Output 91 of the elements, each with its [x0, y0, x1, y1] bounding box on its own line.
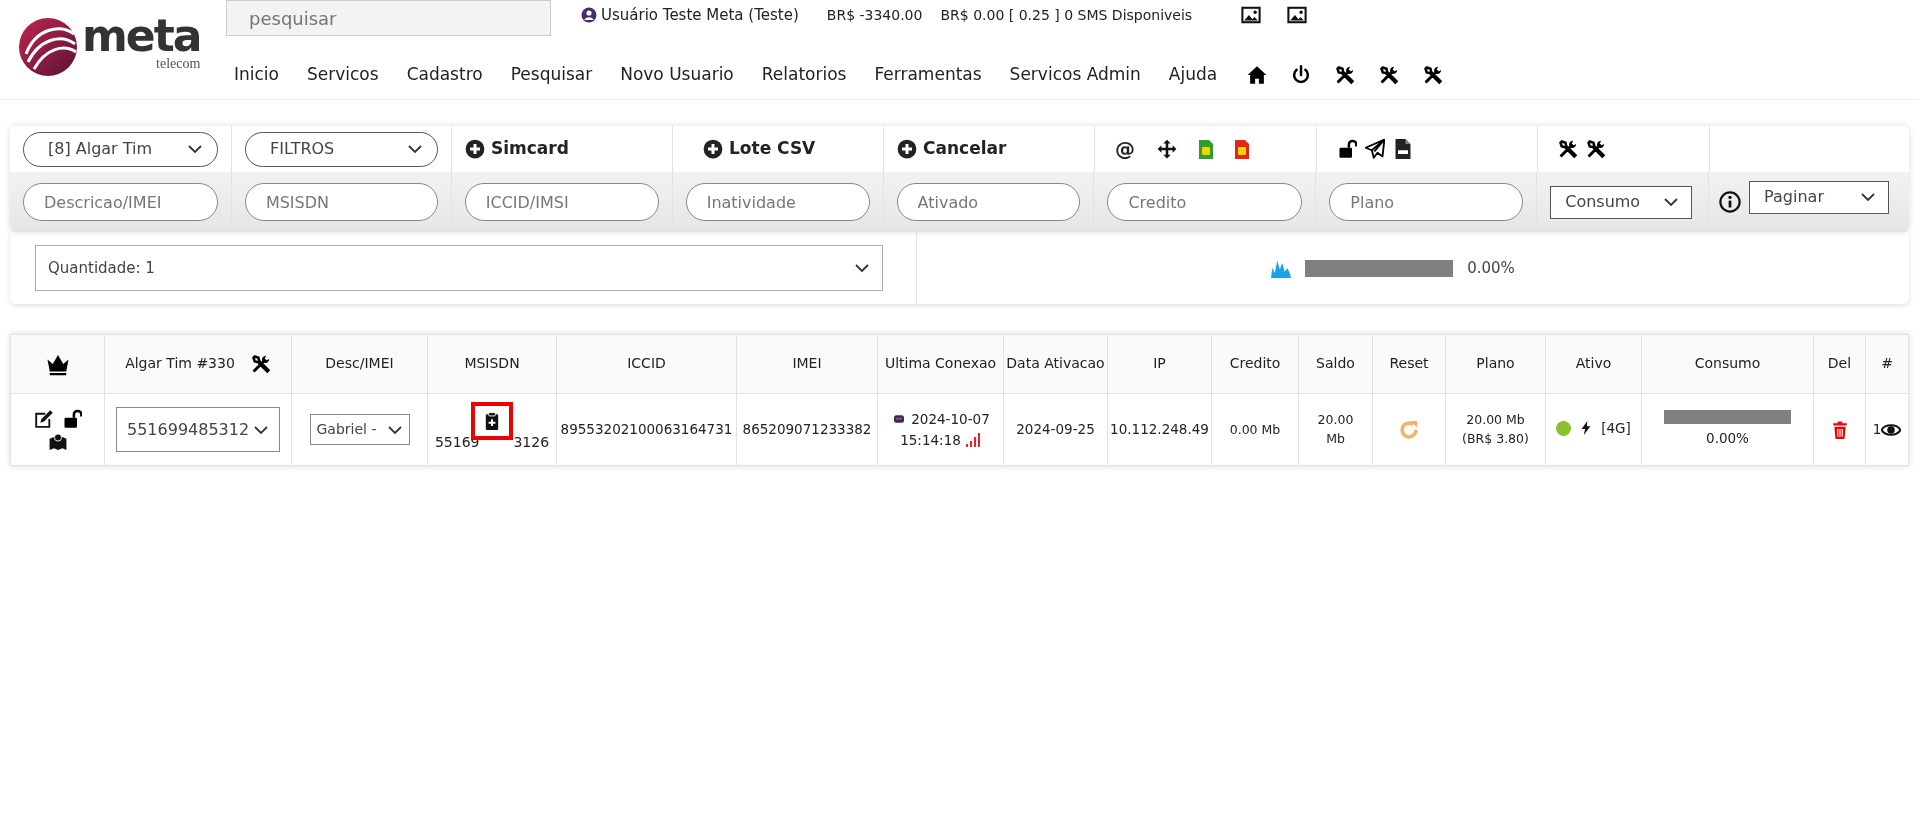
quantity-dropdown[interactable]: Quantidade: 1	[35, 245, 883, 291]
at-sign-button[interactable]: @	[1115, 134, 1135, 164]
home-icon[interactable]	[1247, 65, 1268, 85]
tools-icon[interactable]	[1423, 65, 1444, 85]
filter-field[interactable]: Inatividade	[685, 183, 870, 221]
column-header: Algar Tim #330	[125, 355, 235, 373]
column-header: IP	[1153, 355, 1166, 372]
column-header: Ultima Conexao	[884, 355, 997, 372]
table-cell: 89553202100063164731	[560, 421, 733, 438]
tools-icon[interactable]	[250, 354, 271, 374]
dropdown-select[interactable]: FILTROS	[245, 131, 438, 167]
description-dropdown[interactable]: Gabriel -	[309, 414, 410, 445]
sim-card-icon[interactable]	[1235, 139, 1249, 159]
add-button[interactable]: Lote CSV	[703, 136, 816, 162]
line-dropdown[interactable]: 551699485312	[116, 407, 280, 452]
add-button[interactable]: Simcard	[465, 136, 569, 162]
filter-field[interactable]: Plano	[1329, 183, 1524, 221]
sim-card-icon[interactable]	[1199, 139, 1213, 159]
filter-field[interactable]: Credito	[1107, 183, 1303, 221]
balance-text: BR$ -3340.00	[826, 5, 923, 25]
table-cell-text: 2024-10-07	[911, 410, 990, 430]
trash-icon[interactable]	[1830, 421, 1849, 440]
table-cell: 2024-09-25	[1016, 421, 1095, 438]
nav-link[interactable]: Ajuda	[1168, 62, 1218, 88]
column-header: Credito	[1229, 355, 1281, 372]
consumption-percent: 0.00%	[1706, 429, 1749, 449]
filter-field[interactable]: MSISDN	[244, 183, 438, 221]
table-cell-text: (BR$ 3.80)	[1462, 429, 1529, 448]
search-field[interactable]: pesquisar	[226, 0, 551, 36]
power-icon[interactable]	[1291, 65, 1312, 85]
table-cell-text: 20.00 Mb	[1466, 410, 1525, 429]
nav-link[interactable]: Pesquisar	[510, 62, 593, 88]
usage-percent: 0.00%	[1467, 257, 1515, 279]
logo-wordmark: meta	[82, 14, 201, 58]
dropdown-select[interactable]: Paginar	[1749, 180, 1890, 214]
column-header: Saldo	[1316, 355, 1355, 372]
column-header: Data Ativacao	[1006, 355, 1105, 372]
table-cell-text: 20.00 Mb	[1316, 410, 1355, 448]
dropdown-select[interactable]: [8] Algar Tim	[23, 131, 218, 167]
plus-circle-icon	[465, 139, 485, 159]
plus-circle-icon	[703, 139, 723, 159]
table-cell: 865209071233382	[742, 421, 872, 438]
column-header: Desc/IMEI	[325, 355, 394, 372]
column-header: Ativo	[1575, 355, 1612, 372]
image-icon[interactable]	[1286, 4, 1309, 26]
paper-plane-icon[interactable]	[1365, 139, 1385, 159]
add-button[interactable]: Cancelar	[897, 136, 1007, 162]
network-label: [4G]	[1601, 419, 1631, 439]
edit-icon[interactable]	[33, 408, 54, 429]
user-name[interactable]: Usuário Teste Meta (Teste)	[601, 3, 799, 27]
tools-icon[interactable]	[1558, 139, 1578, 159]
nav-link[interactable]: Cadastro	[406, 62, 483, 88]
clipboard-plus-icon[interactable]	[483, 412, 501, 430]
unlocked-padlock-icon[interactable]	[1337, 139, 1357, 159]
nav-link[interactable]: Novo Usuario	[620, 62, 734, 88]
column-header: Del	[1827, 355, 1852, 372]
nav-link[interactable]: Relatorios	[761, 62, 847, 88]
column-header: Plano	[1476, 355, 1515, 372]
plus-circle-icon	[897, 139, 917, 159]
filter-field[interactable]: Descricao/IMEI	[23, 183, 218, 221]
column-header: IMEI	[792, 355, 822, 372]
sms-balance-text: BR$ 0.00 [ 0.25 ] 0 SMS Disponiveis	[940, 5, 1193, 25]
column-header: Consumo	[1694, 355, 1761, 372]
info-icon[interactable]	[1719, 191, 1742, 213]
tools-icon[interactable]	[1335, 65, 1356, 85]
tools-icon[interactable]	[1379, 65, 1400, 85]
nav-link[interactable]: Inicio	[234, 62, 279, 88]
column-header: #	[1881, 355, 1893, 372]
map-icon[interactable]	[48, 432, 67, 451]
table-cell-text: 3126	[513, 433, 550, 452]
dropdown-select[interactable]: Consumo	[1550, 185, 1693, 219]
file-icon[interactable]	[1393, 139, 1413, 159]
column-header: ICCID	[627, 355, 666, 372]
row-number: 1	[1872, 420, 1882, 440]
nav-link[interactable]: Ferramentas	[874, 62, 982, 88]
signal-icon	[964, 431, 981, 448]
column-header: Reset	[1389, 355, 1429, 372]
move-icon[interactable]	[1157, 139, 1177, 159]
tools-icon[interactable]	[1586, 139, 1606, 159]
filter-field[interactable]: Ativado	[896, 183, 1081, 221]
table-cell: 0.00 Mb	[1229, 422, 1281, 438]
table-cell: 10.112.248.49	[1110, 421, 1209, 438]
filter-field[interactable]: ICCID/IMSI	[464, 183, 659, 221]
table-cell-text: 15:14:18	[900, 430, 961, 450]
column-header: MSISDN	[464, 355, 520, 372]
area-chart-icon	[1271, 258, 1292, 278]
user-icon	[581, 7, 597, 23]
nav-link[interactable]: Servicos	[307, 62, 379, 88]
nav-link[interactable]: Servicos Admin	[1009, 62, 1141, 88]
image-icon[interactable]	[1240, 4, 1263, 26]
logo-tagline: telecom	[155, 58, 201, 70]
